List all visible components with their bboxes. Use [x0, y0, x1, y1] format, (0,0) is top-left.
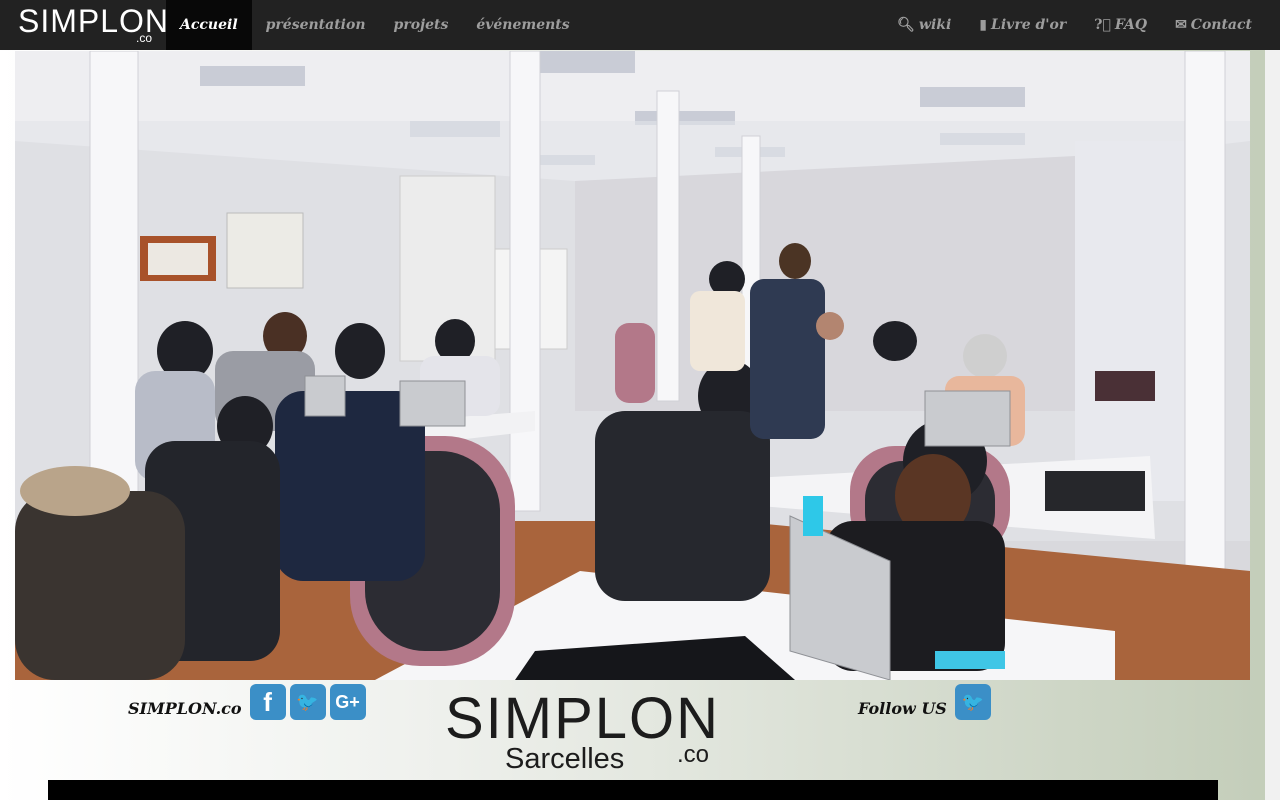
search-icon: 🔍︎ [897, 17, 915, 33]
nav-item-label: Livre d'or [991, 17, 1067, 33]
nav-item-projets[interactable]: projets [380, 0, 463, 50]
nav-item-label: Contact [1190, 17, 1252, 33]
brand-suffix: .co [136, 31, 153, 45]
footer-black-bar [48, 780, 1218, 800]
footer-follow: Follow US 🐦 [858, 684, 991, 720]
facebook-button[interactable]: f [249, 684, 286, 720]
twitter-icon: 🐦 [296, 691, 319, 712]
envelope-icon: ✉ [1175, 17, 1187, 33]
footer-social: SIMPLON.co f 🐦 G+ [128, 684, 366, 720]
nav-item-contact[interactable]: ✉ Contact [1161, 0, 1266, 50]
nav-secondary: 🔍︎ wiki ▮ Livre d'or ?⃝ FAQ ✉ Contact [883, 0, 1266, 50]
simplon-sarcelles-logo: SIMPLON Sarcelles .co [445, 688, 725, 778]
twitter-button[interactable]: 🐦 [289, 684, 326, 720]
page-scrollbar[interactable] [1265, 50, 1280, 800]
nav-item-label: projets [393, 17, 449, 33]
question-circle-icon: ?⃝ [1094, 17, 1111, 33]
nav-item-label: wiki [918, 17, 952, 33]
book-icon: ▮ [979, 17, 988, 33]
nav-main: Accueil présentation projets événements [166, 0, 584, 50]
nav-item-label: présentation [265, 17, 366, 33]
nav-item-evenements[interactable]: événements [462, 0, 583, 50]
logo-suffix: .co [677, 741, 710, 768]
classroom-photo [15, 51, 1250, 680]
google-plus-button[interactable]: G+ [329, 684, 366, 720]
nav-item-faq[interactable]: ?⃝ FAQ [1080, 0, 1161, 50]
follow-us-text: Follow US [858, 699, 947, 718]
google-plus-icon: G+ [335, 691, 360, 712]
nav-item-label: événements [476, 17, 570, 33]
brand-logo[interactable]: SIMPLON .co [8, 0, 168, 50]
twitter-icon: 🐦 [961, 691, 985, 712]
nav-item-accueil[interactable]: Accueil [166, 0, 252, 50]
nav-item-label: FAQ [1114, 17, 1148, 33]
nav-item-label: Accueil [180, 17, 238, 33]
logo-city: Sarcelles [505, 743, 625, 775]
facebook-icon: f [263, 686, 272, 717]
nav-item-livre-dor[interactable]: ▮ Livre d'or [965, 0, 1080, 50]
follow-twitter-button[interactable]: 🐦 [954, 684, 991, 720]
top-navbar: SIMPLON .co Accueil présentation projets… [0, 0, 1280, 50]
nav-item-presentation[interactable]: présentation [252, 0, 380, 50]
hero-classroom-photo [15, 51, 1250, 680]
nav-item-wiki[interactable]: 🔍︎ wiki [883, 0, 965, 50]
footer-brand-text: SIMPLON.co [128, 699, 242, 718]
